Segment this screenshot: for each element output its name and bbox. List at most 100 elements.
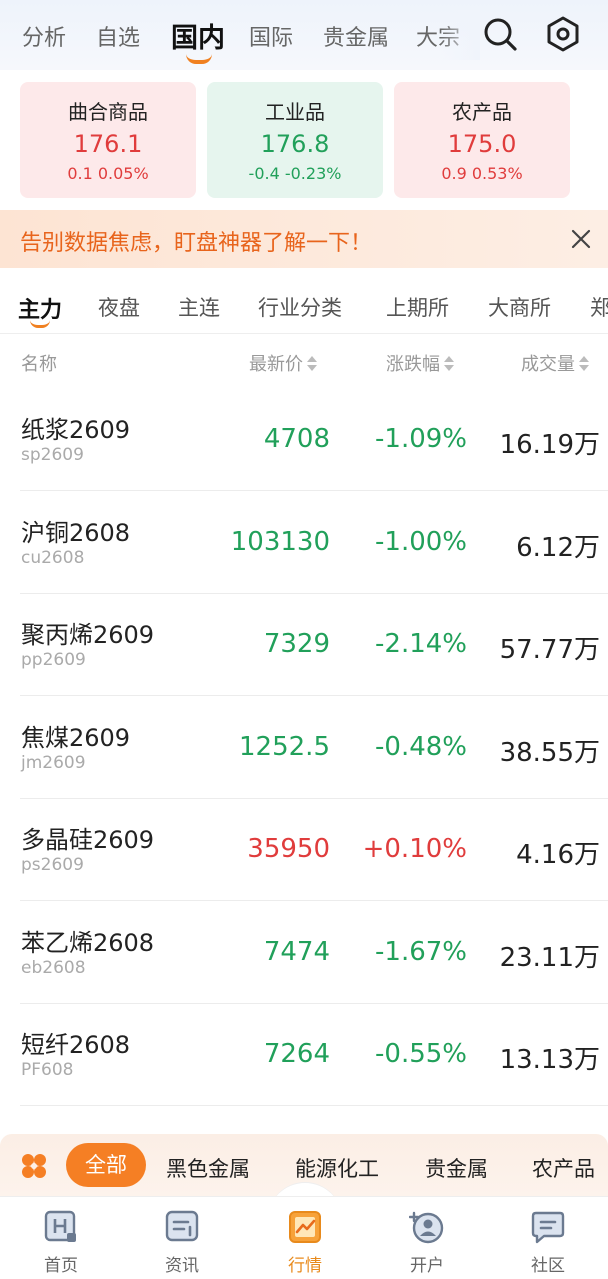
top-navigation: 分析 自选 国内 国际 贵金属 大宗	[0, 0, 608, 70]
nav-market[interactable]: 行情	[260, 1197, 350, 1279]
tab-analysis[interactable]: 分析	[22, 20, 66, 52]
row-name: 多晶硅2609	[21, 826, 155, 854]
table-row[interactable]: 短纤2608 PF608 7264 -0.55% 13.13万	[0, 1003, 608, 1106]
subtab-industry[interactable]: 行业分类	[258, 292, 342, 322]
row-volume: 13.13万	[499, 1045, 600, 1075]
row-code: pp2609	[21, 650, 86, 670]
nav-home[interactable]: 首页	[16, 1197, 106, 1279]
index-card-change: 0.1 0.05%	[67, 164, 149, 183]
row-price: 7264	[263, 1039, 330, 1069]
header-change-sort[interactable]: 涨跌幅	[386, 350, 455, 376]
row-price: 7474	[263, 937, 330, 967]
nav-market-label: 行情	[288, 1256, 322, 1276]
row-change: -2.14%	[375, 629, 467, 659]
category-grid-icon[interactable]	[20, 1152, 48, 1180]
sort-icon	[443, 355, 455, 373]
nav-community-label: 社区	[531, 1256, 565, 1276]
header-volume-sort[interactable]: 成交量	[521, 350, 590, 376]
row-code: PF608	[21, 1060, 74, 1080]
nav-community[interactable]: 社区	[503, 1197, 593, 1279]
table-row[interactable]: 聚丙烯2609 pp2609 7329 -2.14% 57.77万	[0, 593, 608, 696]
table-row[interactable]: 苯乙烯2608 eb2608 7474 -1.67% 23.11万	[0, 901, 608, 1004]
active-tab-indicator	[186, 54, 212, 64]
hexagon-settings-icon[interactable]	[543, 14, 583, 54]
header-name: 名称	[21, 354, 57, 375]
table-row[interactable]: 焦煤2609 jm2609 1252.5 -0.48% 38.55万	[0, 696, 608, 799]
header-price-label: 最新价	[249, 354, 303, 375]
row-volume: 38.55万	[499, 738, 600, 768]
index-cards: 曲合商品 176.1 0.1 0.05% 工业品 176.8 -0.4 -0.2…	[0, 82, 608, 198]
account-open-icon	[409, 1211, 444, 1244]
row-name: 纸浆2609	[21, 416, 131, 444]
row-name: 苯乙烯2608	[21, 929, 155, 957]
category-precious-metals[interactable]: 贵金属	[425, 1153, 488, 1183]
market-chart-icon	[289, 1211, 321, 1243]
row-price: 7329	[263, 629, 330, 659]
news-icon	[165, 1210, 199, 1242]
category-ferrous-metals[interactable]: 黑色金属	[166, 1153, 250, 1183]
row-name: 短纤2608	[21, 1031, 131, 1059]
promo-banner-text: 告别数据焦虑，盯盘神器了解一下！	[20, 231, 373, 256]
community-chat-icon	[531, 1211, 565, 1244]
category-energy-chemicals[interactable]: 能源化工	[295, 1153, 379, 1183]
row-divider	[20, 1105, 608, 1106]
row-change: -1.67%	[375, 937, 467, 967]
index-card-value: 175.0	[447, 130, 517, 158]
index-card-change: -0.4 -0.23%	[248, 164, 342, 183]
row-volume: 4.16万	[516, 840, 600, 870]
tab-domestic[interactable]: 国内	[171, 16, 225, 55]
row-price: 4708	[263, 424, 330, 454]
row-code: eb2608	[21, 958, 86, 978]
category-agricultural[interactable]: 农产品	[532, 1153, 595, 1183]
subtab-continuous[interactable]: 主连	[178, 292, 220, 322]
subtab-shfe[interactable]: 上期所	[386, 292, 449, 322]
table-header: 名称 最新价 涨跌幅 成交量	[0, 334, 608, 388]
nav-open-account[interactable]: 开户	[382, 1197, 472, 1279]
table-row[interactable]: 纸浆2609 sp2609 4708 -1.09% 16.19万	[0, 388, 608, 491]
header-change-label: 涨跌幅	[386, 354, 440, 375]
sub-tabs: 主力 夜盘 主连 行业分类 上期所 大商所 郑	[0, 268, 608, 334]
subtab-dce[interactable]: 大商所	[488, 292, 551, 322]
category-all-button[interactable]: 全部	[66, 1143, 146, 1187]
subtab-czce[interactable]: 郑	[590, 292, 608, 322]
index-card-composite[interactable]: 曲合商品 176.1 0.1 0.05%	[20, 82, 196, 198]
tab-fade	[440, 10, 480, 60]
bottom-navigation: 首页 资讯 行情 开户 社区	[0, 1196, 608, 1279]
close-icon[interactable]	[568, 226, 594, 252]
index-card-name: 工业品	[265, 100, 325, 124]
tab-precious-metals[interactable]: 贵金属	[323, 20, 389, 52]
index-card-name: 农产品	[452, 100, 512, 124]
active-subtab-indicator	[30, 320, 50, 328]
row-code: sp2609	[21, 445, 84, 465]
row-code: jm2609	[21, 753, 86, 773]
index-card-name: 曲合商品	[68, 100, 148, 124]
table-row[interactable]: 沪铜2608 cu2608 103130 -1.00% 6.12万	[0, 491, 608, 594]
row-name: 沪铜2608	[21, 519, 131, 547]
index-card-agricultural[interactable]: 农产品 175.0 0.9 0.53%	[394, 82, 570, 198]
row-name: 焦煤2609	[21, 724, 131, 752]
nav-home-label: 首页	[44, 1256, 78, 1276]
tab-watchlist[interactable]: 自选	[96, 20, 140, 52]
search-icon[interactable]	[480, 14, 520, 54]
home-h-icon	[44, 1210, 76, 1242]
subtab-night[interactable]: 夜盘	[98, 292, 140, 322]
nav-news-label: 资讯	[165, 1256, 199, 1276]
nav-news[interactable]: 资讯	[137, 1197, 227, 1279]
header-price-sort[interactable]: 最新价	[249, 350, 318, 376]
table-row[interactable]: 多晶硅2609 ps2609 35950 +0.10% 4.16万	[0, 798, 608, 901]
index-card-industrial[interactable]: 工业品 176.8 -0.4 -0.23%	[207, 82, 383, 198]
promo-banner[interactable]: 告别数据焦虑，盯盘神器了解一下！	[0, 210, 608, 268]
sort-icon	[306, 355, 318, 373]
row-price: 103130	[230, 527, 330, 557]
row-change: -0.55%	[375, 1039, 467, 1069]
row-volume: 57.77万	[499, 635, 600, 665]
tab-international[interactable]: 国际	[249, 20, 293, 52]
index-card-value: 176.8	[260, 130, 330, 158]
row-change: -1.00%	[375, 527, 467, 557]
row-volume: 23.11万	[499, 943, 600, 973]
index-card-change: 0.9 0.53%	[441, 164, 523, 183]
row-change: -1.09%	[375, 424, 467, 454]
row-price: 1252.5	[239, 732, 330, 762]
row-code: ps2609	[21, 855, 84, 875]
row-change: +0.10%	[362, 834, 467, 864]
